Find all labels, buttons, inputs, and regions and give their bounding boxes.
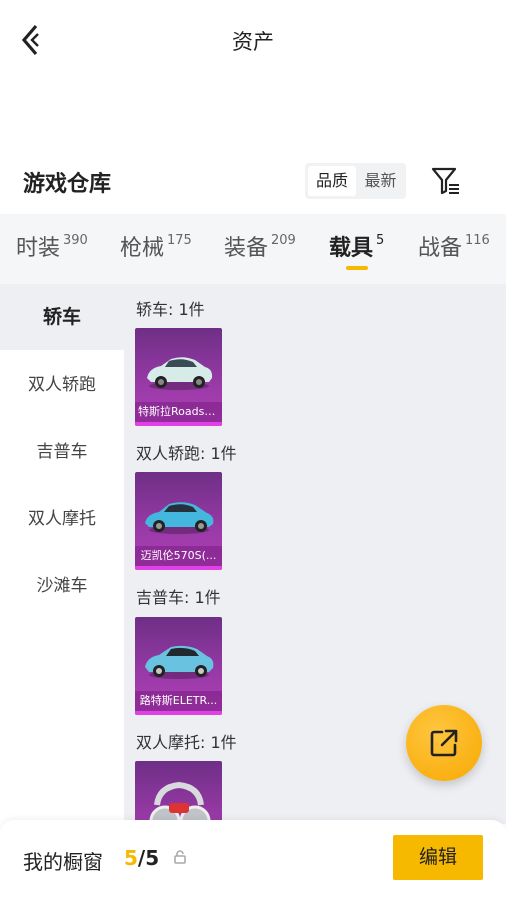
active-tab-indicator [346, 266, 368, 270]
tab-vehicles[interactable]: 载具 5 [329, 230, 384, 270]
section-title: 游戏仓库 [23, 172, 112, 197]
car-image [145, 502, 214, 534]
group-title: 双人摩托: 1件 [136, 733, 237, 752]
subcategory-coupe[interactable]: 双人轿跑 [0, 352, 124, 418]
showcase-label: 我的橱窗 [23, 850, 103, 874]
car-image [145, 645, 214, 679]
showcase-total: 5 [145, 846, 160, 870]
showcase-current: 5 [124, 846, 138, 870]
sort-toggle: 品质 最新 [305, 163, 406, 199]
subcategory-sedan[interactable]: 轿车 [0, 284, 124, 350]
showcase-bar: 我的橱窗 5/5 编辑 [0, 820, 506, 897]
group-title: 吉普车: 1件 [136, 588, 221, 607]
rarity-bar [135, 422, 222, 426]
vehicle-card[interactable] [135, 761, 222, 824]
tab-count: 175 [167, 233, 192, 248]
lock-icon [174, 850, 186, 864]
tab-label: 枪械 [120, 236, 165, 261]
subcategory-buggy[interactable]: 沙滩车 [0, 553, 124, 619]
vehicle-card[interactable]: 特斯拉Roadster [135, 328, 222, 426]
section-header: 游戏仓库 品质 最新 [0, 160, 506, 204]
tab-firearms[interactable]: 枪械 175 [120, 230, 192, 270]
tab-label: 装备 [224, 236, 269, 261]
subcategory-list: 轿车 双人轿跑 吉普车 双人摩托 沙滩车 [0, 284, 124, 824]
top-bar: 资产 [0, 0, 506, 80]
group-title: 双人轿跑: 1件 [136, 444, 237, 463]
rarity-bar [135, 711, 222, 715]
filter-button[interactable] [430, 165, 462, 197]
tab-count: 116 [465, 233, 490, 248]
showcase-count: 5/5 [124, 846, 159, 870]
car-image [147, 357, 213, 390]
page-title: 资产 [232, 30, 274, 54]
vehicle-card[interactable]: 迈凯伦570S(... [135, 472, 222, 570]
tab-label: 载具 [329, 236, 374, 261]
sort-latest-button[interactable]: 最新 [357, 166, 404, 196]
subcategory-motorbike[interactable]: 双人摩托 [0, 486, 124, 552]
subcategory-jeep[interactable]: 吉普车 [0, 419, 124, 485]
tab-count: 209 [271, 233, 296, 248]
tab-label: 时装 [16, 236, 61, 261]
tab-fashion[interactable]: 时装 390 [16, 230, 88, 270]
vehicle-name: 特斯拉Roadster [135, 402, 222, 422]
rarity-bar [135, 566, 222, 570]
share-fab[interactable] [406, 705, 482, 781]
sort-quality-button[interactable]: 品质 [308, 166, 356, 196]
group-title: 轿车: 1件 [136, 300, 205, 319]
tab-label: 战备 [418, 236, 463, 261]
tab-equipment[interactable]: 装备 209 [224, 230, 296, 270]
tab-combat-gear[interactable]: 战备 116 [418, 230, 490, 270]
vehicle-name: 迈凯伦570S(... [135, 546, 222, 566]
tab-count: 5 [376, 233, 385, 248]
external-link-icon [430, 729, 458, 757]
tab-count: 390 [63, 233, 88, 248]
motorbike-image [149, 781, 211, 824]
vehicle-card[interactable]: 路特斯ELETR... [135, 617, 222, 715]
category-tabs: 时装 390 枪械 175 装备 209 载具 5 战备 116 [0, 214, 506, 284]
vehicle-name: 路特斯ELETR... [135, 691, 222, 711]
edit-button[interactable]: 编辑 [393, 835, 483, 880]
filter-icon [431, 167, 459, 195]
